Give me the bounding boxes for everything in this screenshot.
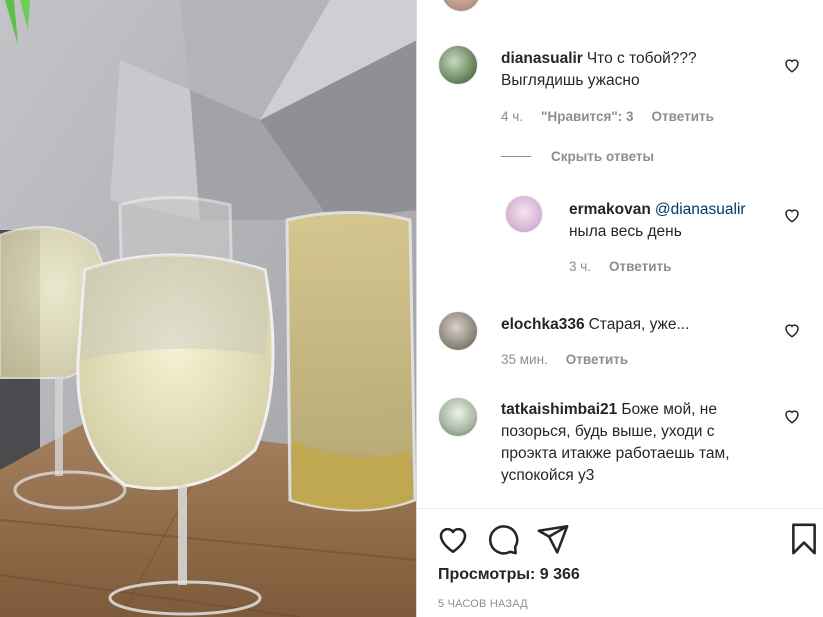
heart-icon[interactable] (783, 407, 801, 425)
comment-body: Что с тобой??? (586, 50, 697, 67)
heart-icon[interactable] (783, 321, 801, 339)
comment-time[interactable]: 35 мин. (501, 352, 548, 367)
hide-replies-label: Скрыть ответы (551, 149, 655, 164)
paper-plane-icon[interactable] (536, 522, 570, 556)
comment-body-line2: позорься, будь выше, уходи с (501, 423, 715, 440)
comment-text: dianasualir Что с тобой??? Выглядишь ужас… (501, 48, 791, 92)
avatar[interactable] (438, 311, 478, 351)
avatar-previous-comment[interactable] (441, 0, 481, 12)
avatar[interactable] (438, 45, 478, 85)
comment-username[interactable]: elochka336 (501, 316, 585, 333)
reply-button[interactable]: Ответить (609, 259, 671, 274)
comment-meta: 4 ч. "Нравится": 3 Ответить (501, 109, 714, 124)
reply-body: ныла весь день (569, 223, 682, 240)
comment-text: tatkaishimbai21 Боже мой, не позорься, бу… (501, 399, 791, 487)
comment-time[interactable]: 4 ч. (501, 109, 523, 124)
heart-icon[interactable] (783, 56, 801, 74)
reply-button[interactable]: Ответить (566, 352, 628, 367)
comment-username[interactable]: tatkaishimbai21 (501, 401, 617, 418)
heart-icon[interactable] (783, 206, 801, 224)
comment-body: Боже мой, не (621, 401, 717, 418)
hide-replies-button[interactable]: Скрыть ответы (501, 149, 654, 164)
view-count: Просмотры: 9 366 (438, 566, 580, 583)
reply-meta: 3 ч. Ответить (569, 259, 671, 274)
reply-text: ermakovan @dianasualir ныла весь день (569, 199, 799, 243)
video-frame-illustration (0, 0, 417, 617)
comment-body-line2: Выглядишь ужасно (501, 72, 640, 89)
comment-username[interactable]: dianasualir (501, 50, 583, 67)
actions-divider (417, 508, 823, 509)
comment-body-line4: успокойся у3 (501, 467, 595, 484)
post-timestamp[interactable]: 5 ЧАСОВ НАЗАД (438, 598, 528, 610)
avatar[interactable] (505, 195, 543, 233)
hide-replies-line (501, 156, 531, 157)
heart-icon[interactable] (436, 522, 470, 556)
comment-text: elochka336 Старая, уже... (501, 314, 791, 336)
comment-icon[interactable] (486, 522, 520, 556)
comments-pane: dianasualir Что с тобой??? Выглядишь ужас… (417, 0, 823, 617)
comment-body: Старая, уже... (588, 316, 690, 333)
comment-meta: 35 мин. Ответить (501, 352, 628, 367)
comment-likes[interactable]: "Нравится": 3 (541, 109, 633, 124)
post-video[interactable] (0, 0, 417, 617)
reply-time[interactable]: 3 ч. (569, 259, 591, 274)
avatar[interactable] (438, 397, 478, 437)
bookmark-icon[interactable] (787, 522, 821, 556)
comment-body-line3: проэкта итакже работаешь там, (501, 445, 730, 462)
reply-username[interactable]: ermakovan (569, 201, 651, 218)
reply-mention[interactable]: @dianasualir (655, 201, 746, 218)
reply-button[interactable]: Ответить (652, 109, 714, 124)
